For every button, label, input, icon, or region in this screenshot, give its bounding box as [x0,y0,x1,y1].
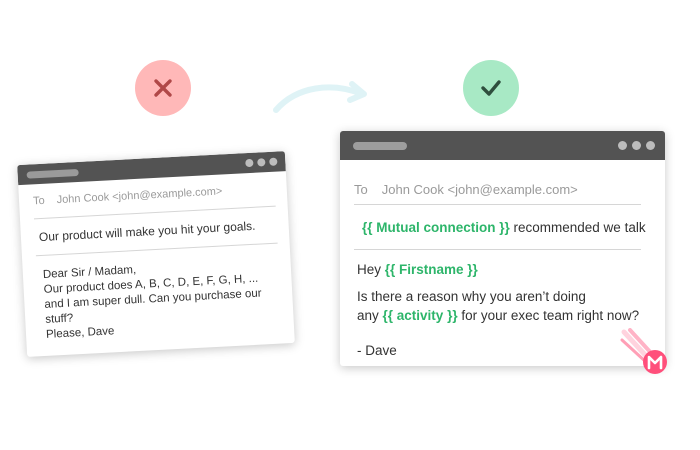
line-start: any [357,308,383,323]
window-control-dot[interactable] [257,158,266,167]
window-control-dot[interactable] [618,141,627,150]
subject-field[interactable]: {{ Mutual connection }} recommended we t… [340,205,665,249]
window-control-dot[interactable] [269,157,278,166]
line-end: for your exec team right now? [457,308,640,323]
checkmark-icon [481,80,501,96]
body-line: any {{ activity }} for your exec team ri… [357,306,653,325]
email-body[interactable]: Hey {{ Firstname }} Is there a reason wh… [340,250,665,358]
to-value: John Cook <john@example.com> [381,181,578,197]
to-label: To [354,181,368,197]
good-example-badge [463,60,519,116]
bad-example-badge [135,60,191,116]
window-controls [245,157,278,168]
title-placeholder [353,142,407,150]
email-body[interactable]: Dear Sir / Madam, Our product does A, B,… [22,243,294,344]
x-icon [154,79,172,97]
to-label: To [32,194,45,208]
firstname-token: {{ Firstname }} [384,262,478,277]
good-email-window: To John Cook <john@example.com> {{ Mutua… [340,131,665,366]
signature: - Dave [357,343,397,358]
window-control-dot[interactable] [646,141,655,150]
subject-rest: recommended we talk [509,219,646,235]
subject-text: Our product will make you hit your goals… [38,218,256,245]
bad-email-window: To John Cook <john@example.com> Our prod… [17,151,295,357]
body-line: Is there a reason why you aren’t doing [357,289,586,304]
greeting-line: Hey {{ Firstname }} [357,262,653,277]
window-titlebar [340,131,665,160]
meteor-logo-icon [620,328,667,374]
to-field[interactable]: To John Cook <john@example.com> [340,174,665,204]
greeting-word: Hey [357,262,385,277]
curved-arrow-icon [273,81,367,113]
activity-token: {{ activity }} [382,308,458,323]
mutual-connection-token: {{ Mutual connection }} [362,219,510,235]
to-value: John Cook <john@example.com> [56,185,223,207]
window-controls [618,141,655,150]
title-placeholder [26,168,79,179]
window-control-dot[interactable] [245,158,254,168]
window-control-dot[interactable] [632,141,641,150]
